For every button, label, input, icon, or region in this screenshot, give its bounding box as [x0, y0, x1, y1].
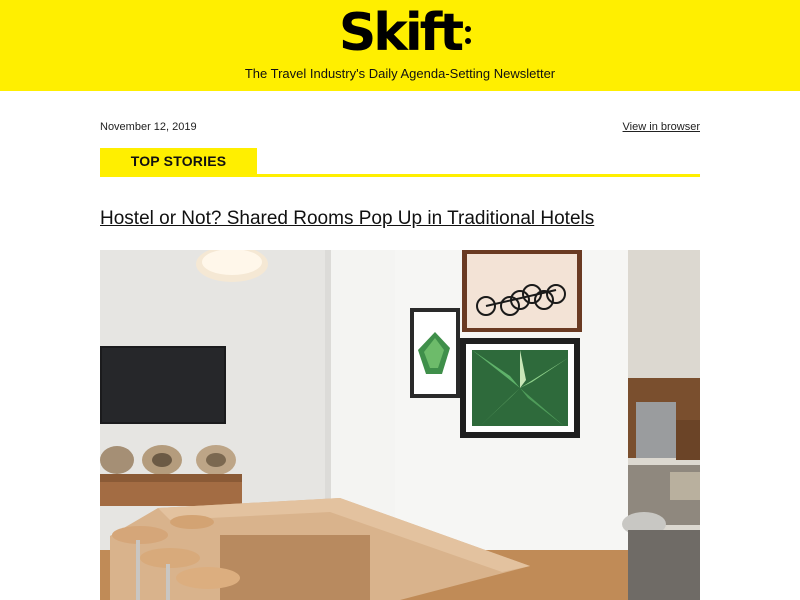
- section-header: TOP STORIES: [100, 148, 700, 177]
- issue-date: November 12, 2019: [100, 121, 197, 133]
- newsletter-header: Skift The Travel Industry's Daily Agenda…: [0, 0, 800, 91]
- section-label: TOP STORIES: [100, 148, 257, 177]
- newsletter-tagline: The Travel Industry's Daily Agenda-Setti…: [244, 66, 556, 81]
- story-headline-link[interactable]: Hostel or Not? Shared Rooms Pop Up in Tr…: [100, 206, 700, 232]
- story-image[interactable]: [100, 250, 700, 600]
- logo-colon-icon: [465, 26, 473, 48]
- skift-logo[interactable]: Skift: [0, 4, 800, 62]
- hotel-room-photo-icon: [100, 250, 700, 600]
- logo-text: Skift: [338, 3, 464, 63]
- view-in-browser-link[interactable]: View in browser: [623, 121, 700, 134]
